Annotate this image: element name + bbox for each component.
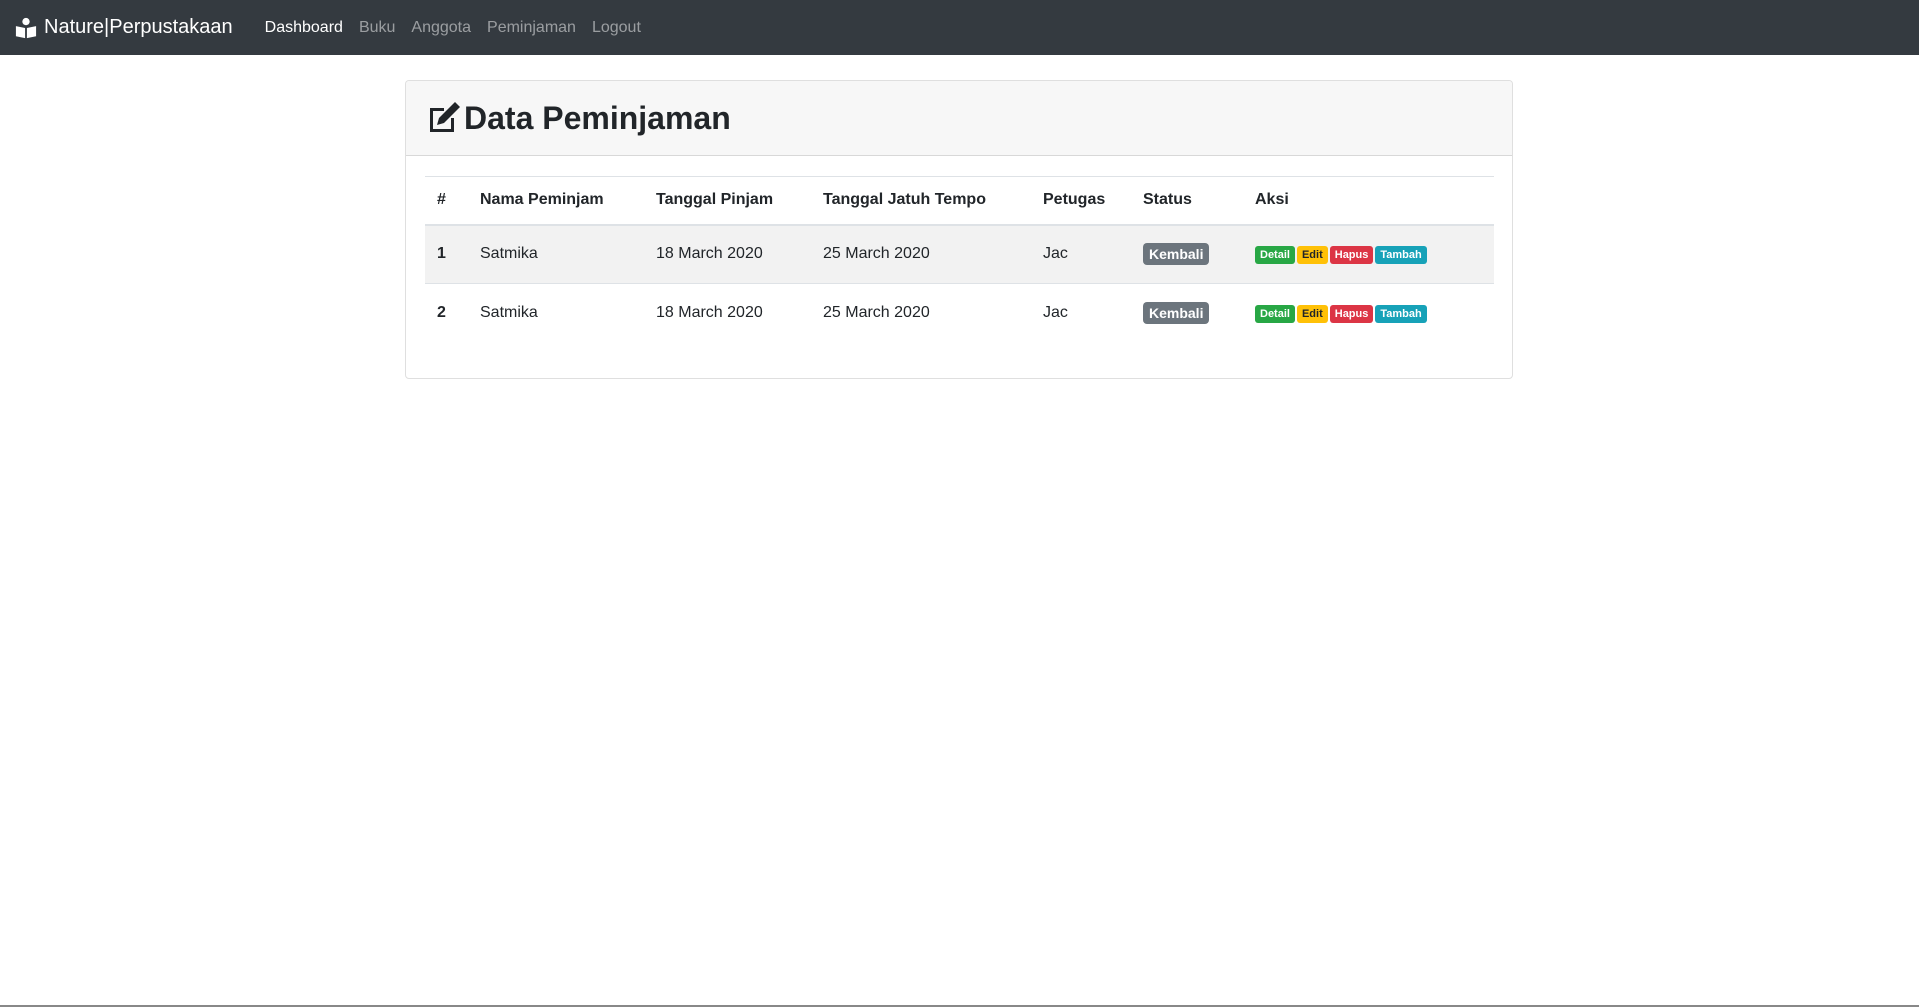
- aksi-cell: Detail Edit Hapus Tambah: [1243, 284, 1494, 343]
- status-cell: Kembali: [1131, 284, 1243, 343]
- status-cell: Kembali: [1131, 225, 1243, 284]
- col-header-number: #: [425, 176, 468, 226]
- tanggal-pinjam: 18 March 2020: [656, 245, 763, 263]
- top-navbar: Nature|Perpustakaan Dashboard Buku Anggo…: [0, 0, 1919, 55]
- tambah-button[interactable]: Tambah: [1375, 304, 1427, 323]
- nama-peminjam: Satmika: [480, 304, 538, 322]
- edit-button[interactable]: Edit: [1296, 304, 1328, 323]
- card-body: # Nama Peminjam Tanggal Pinjam Tanggal J…: [406, 156, 1512, 363]
- card-header: Data Peminjaman: [406, 81, 1512, 156]
- aksi-cell: Detail Edit Hapus Tambah: [1243, 225, 1494, 284]
- nav-link-buku[interactable]: Buku: [351, 19, 403, 37]
- col-header-aksi: Aksi: [1243, 176, 1494, 226]
- table-header-row: # Nama Peminjam Tanggal Pinjam Tanggal J…: [425, 176, 1494, 226]
- tambah-button[interactable]: Tambah: [1375, 245, 1427, 264]
- brand-label: Nature|Perpustakaan: [44, 16, 233, 38]
- petugas: Jac: [1043, 245, 1068, 263]
- page-title: Data Peminjaman: [464, 99, 731, 136]
- nama-peminjam: Satmika: [480, 245, 538, 263]
- col-header-nama: Nama Peminjam: [468, 176, 644, 226]
- nav-link-peminjaman[interactable]: Peminjaman: [479, 19, 584, 37]
- status-badge: Kembali: [1143, 302, 1210, 325]
- tanggal-pinjam: 18 March 2020: [656, 304, 763, 322]
- book-reader-icon: [15, 17, 37, 39]
- hapus-button[interactable]: Hapus: [1329, 304, 1374, 323]
- brand-link[interactable]: Nature|Perpustakaan: [15, 16, 233, 39]
- nav-link-anggota[interactable]: Anggota: [403, 19, 479, 37]
- row-number: 1: [437, 245, 446, 263]
- tanggal-jatuh-tempo: 25 March 2020: [823, 245, 930, 263]
- col-header-petugas: Petugas: [1031, 176, 1131, 226]
- col-header-tanggal-pinjam: Tanggal Pinjam: [644, 176, 811, 226]
- detail-button[interactable]: Detail: [1255, 304, 1295, 323]
- nav-links: Dashboard Buku Anggota Peminjaman Logout: [257, 19, 649, 37]
- nav-link-logout[interactable]: Logout: [584, 19, 649, 37]
- edit-icon: [426, 100, 462, 136]
- col-header-jatuh-tempo: Tanggal Jatuh Tempo: [811, 176, 1031, 226]
- hapus-button[interactable]: Hapus: [1329, 245, 1374, 264]
- detail-button[interactable]: Detail: [1255, 245, 1295, 264]
- col-header-status: Status: [1131, 176, 1243, 226]
- petugas: Jac: [1043, 304, 1068, 322]
- table-row: 2 Satmika 18 March 2020 25 March 2020 Ja…: [425, 283, 1494, 343]
- nav-link-dashboard[interactable]: Dashboard: [257, 19, 351, 37]
- edit-button[interactable]: Edit: [1296, 245, 1328, 264]
- status-badge: Kembali: [1143, 243, 1210, 266]
- peminjaman-card: Data Peminjaman # Nama Peminjam Tanggal …: [405, 80, 1513, 379]
- peminjaman-table: # Nama Peminjam Tanggal Pinjam Tanggal J…: [425, 176, 1494, 343]
- row-number: 2: [437, 304, 446, 322]
- table-row: 1 Satmika 18 March 2020 25 March 2020 Ja…: [425, 224, 1494, 284]
- tanggal-jatuh-tempo: 25 March 2020: [823, 304, 930, 322]
